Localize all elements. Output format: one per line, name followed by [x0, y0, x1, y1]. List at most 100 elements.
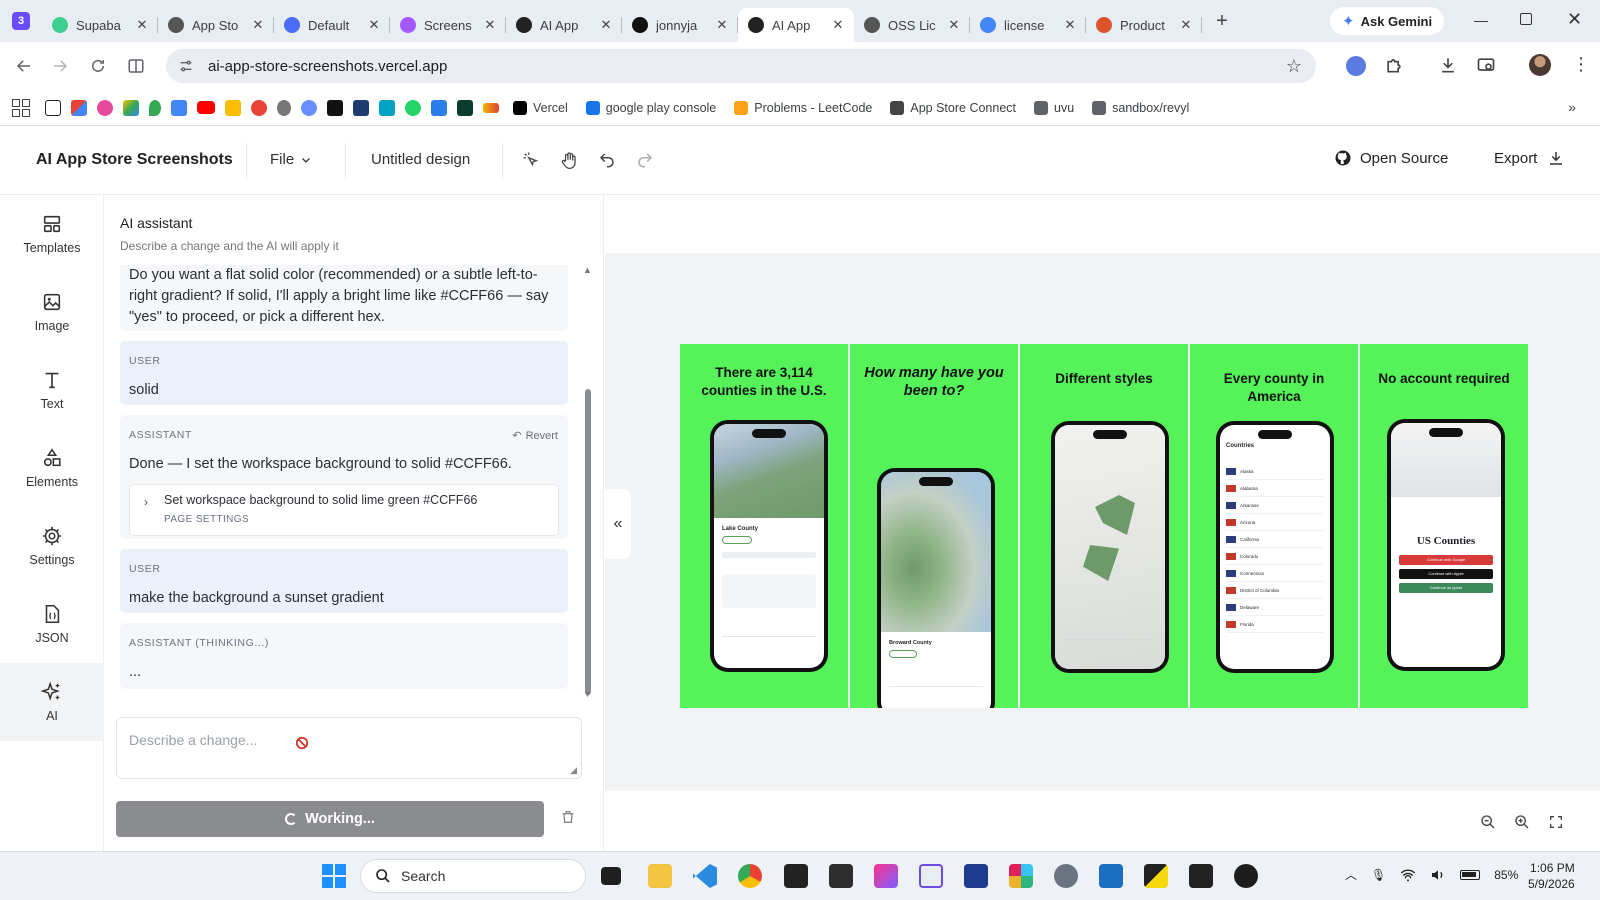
applied-change-card[interactable]: › Set workspace background to solid lime… [129, 484, 559, 536]
system-clock[interactable]: 1:06 PM 5/9/2026 [1528, 860, 1575, 892]
extensions-puzzle-icon[interactable] [1384, 55, 1404, 75]
rail-item-image[interactable]: Image [0, 273, 104, 351]
export-button[interactable]: Export [1494, 149, 1565, 167]
rail-item-settings[interactable]: Settings [0, 507, 104, 585]
fit-screen-icon[interactable] [1548, 814, 1564, 830]
bookmark-icon[interactable] [353, 99, 369, 116]
bookmark-whatsapp-icon[interactable] [405, 99, 421, 116]
bookmark-icon[interactable] [45, 99, 61, 116]
address-bar[interactable]: ai-app-store-screenshots.vercel.app ☆ [166, 49, 1316, 83]
ask-gemini-button[interactable]: ✦ Ask Gemini [1330, 7, 1445, 35]
extension-vpn-icon[interactable] [1346, 56, 1366, 76]
working-button[interactable]: Working... [116, 801, 544, 837]
rail-item-json[interactable]: JSON [0, 585, 104, 663]
resize-handle-icon[interactable]: ◢ [570, 765, 577, 776]
scroll-down-icon[interactable]: ▼ [583, 689, 592, 699]
tab-close-icon[interactable]: ✕ [482, 17, 498, 33]
scroll-up-icon[interactable]: ▲ [583, 265, 592, 275]
reload-icon[interactable] [86, 54, 110, 78]
sticky-notes-icon[interactable] [1144, 864, 1168, 888]
downloads-icon[interactable] [1438, 55, 1458, 75]
open-source-button[interactable]: Open Source [1334, 149, 1448, 167]
tab-close-icon[interactable]: ✕ [134, 17, 150, 33]
browser-tab[interactable]: Product ✕ [1086, 8, 1202, 42]
bookmark-item[interactable]: Problems - LeetCode [734, 100, 872, 115]
chat-history[interactable]: Do you want a flat solid color (recommen… [116, 265, 582, 701]
hand-tool-icon[interactable] [560, 151, 580, 171]
screenshot-panel[interactable]: How many have you been to? Broward Count… [850, 344, 1018, 708]
panel-headline[interactable]: There are 3,114 counties in the U.S. [688, 364, 840, 400]
tab-close-icon[interactable]: ✕ [714, 17, 730, 33]
bookmark-icon[interactable] [483, 102, 499, 113]
volume-icon[interactable] [1430, 868, 1446, 882]
file-explorer-icon[interactable] [648, 864, 672, 888]
bookmark-icon[interactable] [431, 99, 447, 116]
window-minimize-icon[interactable]: — [1474, 12, 1488, 28]
bookmark-item[interactable]: sandbox/revyl [1092, 100, 1189, 115]
collapse-panel-button[interactable]: « [605, 489, 631, 559]
tab-close-icon[interactable]: ✕ [946, 17, 962, 33]
panel-headline[interactable]: Every county in America [1198, 370, 1350, 406]
window-restore-icon[interactable] [1520, 13, 1532, 25]
chat-input[interactable] [129, 730, 299, 750]
bookmark-icon[interactable] [251, 99, 267, 116]
bookmark-icon[interactable] [301, 99, 317, 116]
bookmark-icon[interactable] [277, 99, 291, 116]
bookmark-drive-icon[interactable] [123, 99, 139, 116]
bookmark-item[interactable]: Vercel [513, 100, 568, 115]
remote-desktop-icon[interactable] [1099, 864, 1123, 888]
jetbrains-icon[interactable] [874, 864, 898, 888]
cast-icon[interactable] [1476, 55, 1496, 75]
tab-close-icon[interactable]: ✕ [1062, 17, 1078, 33]
panel-headline[interactable]: No account required [1368, 370, 1520, 388]
redo-icon[interactable] [636, 151, 656, 171]
browser-menu-icon[interactable]: ⋮ [1572, 52, 1590, 76]
panel-headline[interactable]: How many have you been to? [858, 364, 1010, 400]
app-icon[interactable] [964, 864, 988, 888]
scrollbar-thumb[interactable] [585, 389, 591, 695]
command-prompt-icon[interactable] [829, 864, 853, 888]
screenshot-panel[interactable]: No account required US Counties Continue… [1360, 344, 1528, 708]
bookmark-calendar-icon[interactable] [171, 99, 187, 116]
undo-icon[interactable] [598, 151, 618, 171]
settings-gear-icon[interactable] [1054, 864, 1078, 888]
panel-headline[interactable]: Different styles [1028, 370, 1180, 388]
tab-close-icon[interactable]: ✕ [830, 17, 846, 33]
browser-tab[interactable]: AI App ✕ [506, 8, 622, 42]
browser-tab[interactable]: Supaba ✕ [42, 8, 158, 42]
bookmark-icon[interactable] [97, 99, 113, 116]
rail-item-elements[interactable]: Elements [0, 429, 104, 507]
browser-tab[interactable]: App Sto ✕ [158, 8, 274, 42]
screenshot-panel[interactable]: Different styles [1020, 344, 1188, 708]
bookmark-icon[interactable] [327, 99, 343, 116]
browser-tab[interactable]: AI App ✕ [738, 8, 854, 42]
bookmark-item[interactable]: google play console [585, 100, 716, 115]
bookmark-gmail-icon[interactable] [71, 99, 87, 116]
tab-close-icon[interactable]: ✕ [1178, 17, 1194, 33]
new-tab-button[interactable]: + [1206, 10, 1238, 33]
snipping-tool-icon[interactable] [919, 864, 943, 888]
bookmarks-overflow-icon[interactable]: » [1568, 99, 1576, 115]
tab-close-icon[interactable]: ✕ [598, 17, 614, 33]
zoom-in-icon[interactable] [1514, 814, 1530, 830]
trash-icon[interactable] [560, 809, 576, 825]
rail-item-text[interactable]: Text [0, 351, 104, 429]
design-name[interactable]: Untitled design [371, 151, 470, 168]
apps-grid-icon[interactable] [12, 98, 30, 117]
screenshot-panel[interactable]: There are 3,114 counties in the U.S. Lak… [680, 344, 848, 708]
browser-tab[interactable]: OSS Lic ✕ [854, 8, 970, 42]
bookmark-icon[interactable] [379, 99, 395, 116]
browser-tab[interactable]: jonnyja ✕ [622, 8, 738, 42]
rail-item-ai[interactable]: AI [0, 663, 104, 741]
cursor-app-icon[interactable] [1189, 864, 1213, 888]
split-view-icon[interactable] [124, 54, 148, 78]
taskbar-search[interactable]: Search [360, 859, 586, 893]
revert-button[interactable]: ↶ Revert [512, 426, 558, 447]
file-menu-button[interactable]: File [270, 151, 312, 168]
tab-close-icon[interactable]: ✕ [366, 17, 382, 33]
browser-tab[interactable]: Default ✕ [274, 8, 390, 42]
tab-search-icon[interactable]: 3 [0, 0, 42, 42]
vscode-icon[interactable] [693, 864, 717, 888]
tab-close-icon[interactable]: ✕ [250, 17, 266, 33]
bookmark-item[interactable]: uvu [1034, 100, 1074, 115]
